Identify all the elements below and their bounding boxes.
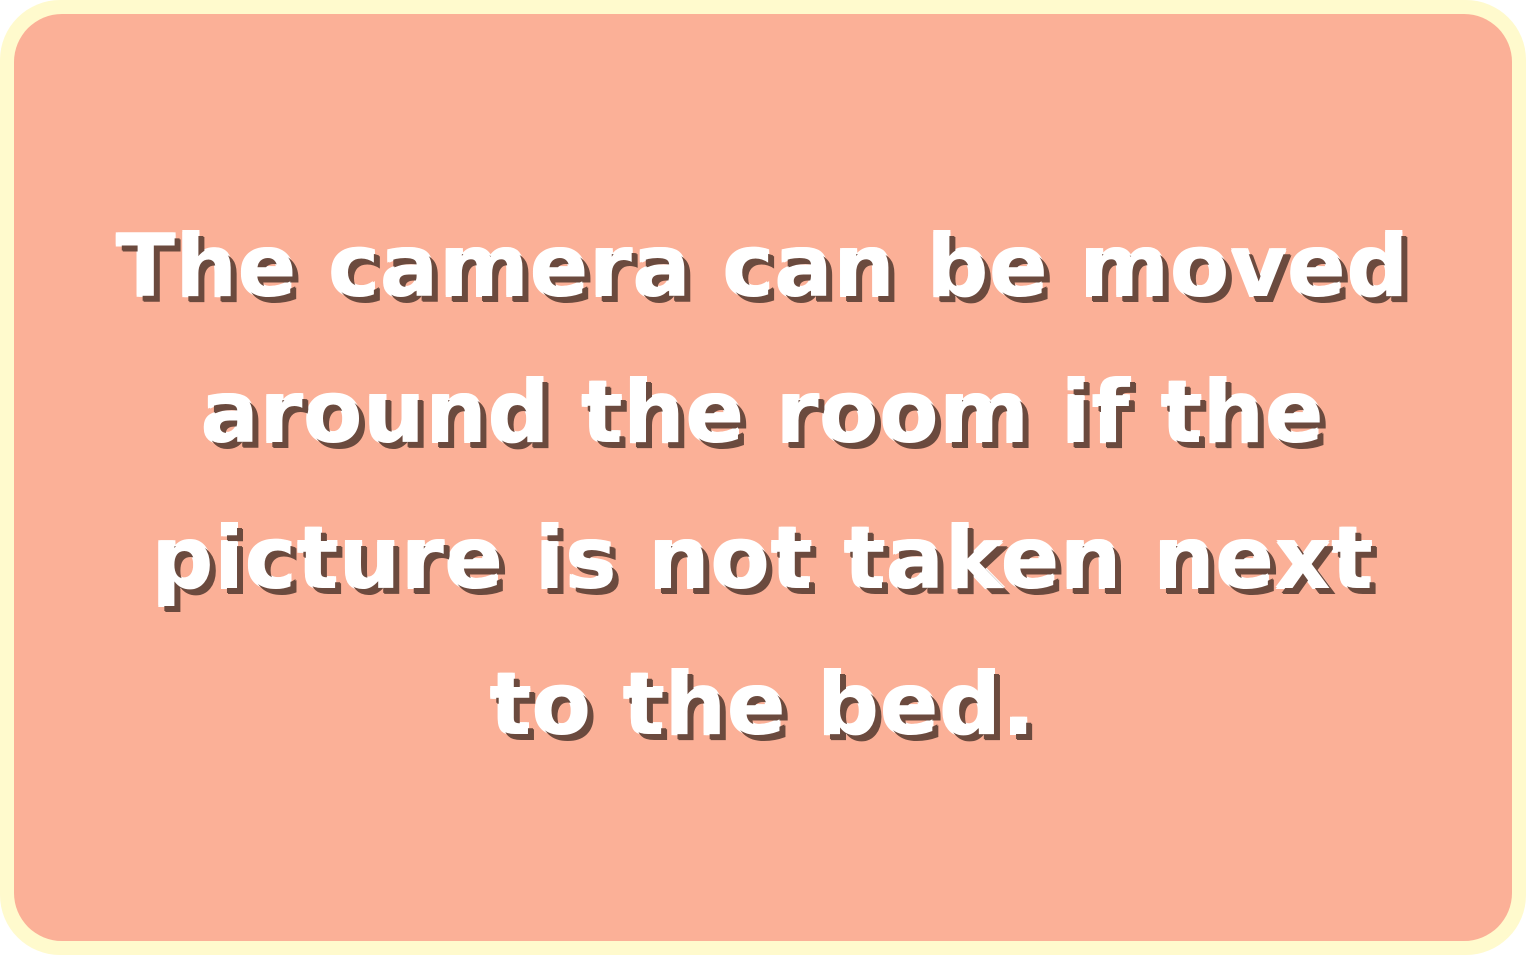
dialog-line-1: The camera can be moved bbox=[116, 216, 1410, 317]
dialog-panel[interactable]: The camera can be moved around the room … bbox=[14, 14, 1512, 941]
dialog-line-3: picture is not taken next bbox=[152, 508, 1374, 609]
dialog-line-4: to the bed. bbox=[490, 654, 1036, 755]
dialog-frame: The camera can be moved around the room … bbox=[0, 0, 1526, 955]
dialog-message: The camera can be moved around the room … bbox=[63, 194, 1463, 778]
dialog-line-2: around the room if the bbox=[201, 362, 1325, 463]
